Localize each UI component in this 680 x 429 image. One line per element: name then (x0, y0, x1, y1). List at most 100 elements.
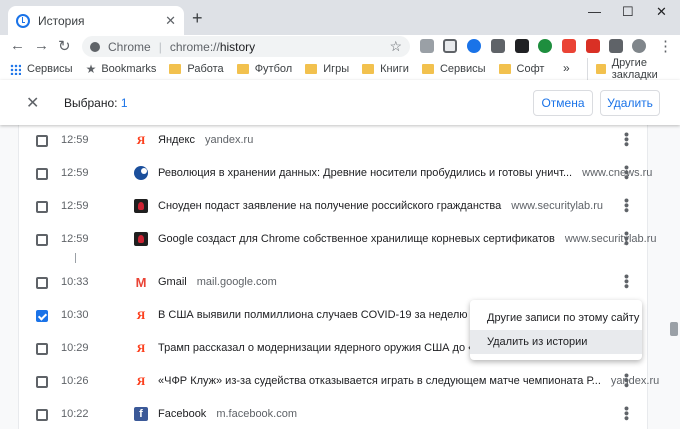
row-entry[interactable]: В США выявили полмиллиона случаев COVID-… (158, 309, 513, 321)
apps-icon (10, 63, 21, 75)
row-title[interactable]: Трамп рассказал о модернизации ядерного … (158, 342, 511, 354)
bookmark-folder[interactable]: Книги (362, 63, 409, 75)
extension-icon[interactable] (420, 39, 434, 53)
back-button[interactable]: ← (10, 37, 25, 54)
extension-icon[interactable] (538, 39, 552, 53)
row-entry[interactable]: Facebook m.facebook.com (158, 408, 297, 420)
window-close-button[interactable]: ✕ (656, 4, 667, 20)
row-checkbox[interactable] (36, 234, 48, 246)
row-title[interactable]: Gmail (158, 276, 187, 288)
row-title[interactable]: Google создаст для Chrome собственное хр… (158, 233, 555, 245)
more-actions-icon[interactable]: ••• (619, 132, 635, 147)
row-title[interactable]: Facebook (158, 408, 206, 420)
more-actions-icon[interactable]: ••• (619, 198, 635, 213)
history-row[interactable]: 12:59 Сноуден подаст заявление на получе… (19, 191, 649, 224)
history-row[interactable]: 12:59 Google создаст для Chrome собствен… (19, 224, 657, 257)
row-domain: mail.google.com (196, 276, 277, 288)
row-checkbox[interactable] (36, 277, 48, 289)
row-title[interactable]: В США выявили полмиллиона случаев COVID-… (158, 309, 468, 321)
row-checkbox[interactable] (36, 135, 48, 147)
delete-button[interactable]: Удалить (600, 90, 660, 116)
more-actions-icon[interactable]: ••• (619, 165, 635, 180)
menu-icon[interactable]: ⋮ (658, 37, 673, 55)
row-entry[interactable]: «ЧФР Клуж» из-за судейства отказывается … (158, 375, 659, 387)
tab-close-icon[interactable]: ✕ (165, 13, 176, 29)
row-title[interactable]: Революция в хранении данных: Древние нос… (158, 167, 572, 179)
pocket-icon[interactable] (443, 39, 457, 53)
row-time: 10:22 (61, 408, 89, 420)
row-entry[interactable]: Сноуден подаст заявление на получение ро… (158, 200, 603, 212)
folder-icon (498, 64, 511, 74)
cancel-button[interactable]: Отмена (533, 90, 593, 116)
tab-history[interactable]: История ✕ (8, 6, 184, 35)
puzzle-icon[interactable] (609, 39, 623, 53)
forward-button[interactable]: → (34, 37, 49, 54)
bookmark-folder[interactable]: Сервисы (421, 63, 486, 75)
history-row[interactable]: 12:59 Я Яндекс yandex.ru ••• (19, 125, 649, 158)
bookmark-folder[interactable]: Работа (169, 63, 224, 75)
history-row[interactable]: 10:22 f Facebook m.facebook.com ••• (19, 399, 649, 429)
row-title[interactable]: Сноуден подаст заявление на получение ро… (158, 200, 501, 212)
history-content: 12:59 Я Яндекс yandex.ru ••• 12:59 Револю… (0, 125, 680, 429)
more-actions-icon[interactable]: ••• (619, 231, 635, 246)
scrollbar[interactable] (668, 125, 680, 429)
row-entry[interactable]: Трамп рассказал о модернизации ядерного … (158, 342, 511, 354)
row-checkbox[interactable] (36, 343, 48, 355)
row-entry[interactable]: Яндекс yandex.ru (158, 134, 253, 146)
row-time: 12:59 (61, 200, 89, 212)
more-actions-icon[interactable]: ••• (619, 406, 635, 421)
avatar[interactable] (632, 39, 646, 53)
bookmark-item[interactable]: Сервисы (10, 63, 73, 75)
more-actions-icon[interactable]: ••• (619, 373, 635, 388)
account-extension-icon[interactable] (467, 39, 481, 53)
scrollbar-thumb[interactable] (670, 322, 678, 336)
bookmark-label: Работа (187, 63, 224, 75)
bookmark-item[interactable]: ★ Bookmarks (86, 62, 157, 76)
more-actions-icon[interactable]: ••• (619, 274, 635, 289)
row-checkbox[interactable] (36, 376, 48, 388)
bookmark-folder[interactable]: Футбол (236, 63, 292, 75)
row-entry[interactable]: Google создаст для Chrome собственное хр… (158, 233, 657, 245)
row-checkbox[interactable] (36, 201, 48, 213)
other-bookmarks-folder[interactable]: Другие закладки (587, 57, 680, 81)
row-title[interactable]: «ЧФР Клуж» из-за судейства отказывается … (158, 375, 601, 387)
url-host: chrome:// (169, 39, 220, 54)
row-entry[interactable]: Gmail mail.google.com (158, 276, 277, 288)
row-checkbox[interactable] (36, 409, 48, 421)
minimize-button[interactable]: — (588, 4, 601, 19)
row-entry[interactable]: Революция в хранении данных: Древние нос… (158, 167, 652, 179)
history-row[interactable]: 12:59 Революция в хранении данных: Древн… (19, 158, 652, 191)
site-chip: Chrome (108, 39, 151, 54)
bookmark-folder[interactable]: Софт (498, 63, 544, 75)
row-checkbox-checked[interactable] (36, 310, 48, 322)
chrome-icon (90, 41, 100, 52)
clear-selection-icon[interactable]: ✕ (26, 93, 39, 113)
extension-icon[interactable] (491, 39, 505, 53)
reload-button[interactable]: ↻ (58, 37, 71, 55)
extension-icon[interactable] (515, 39, 529, 53)
history-card: 12:59 Я Яндекс yandex.ru ••• 12:59 Револю… (18, 125, 659, 429)
new-tab-button[interactable]: + (192, 8, 203, 29)
bookmark-star-icon[interactable]: ☆ (389, 38, 402, 55)
folder-icon (362, 64, 375, 74)
folder-icon (305, 64, 318, 74)
selected-count: 1 (120, 96, 128, 110)
bookmark-folder[interactable]: Игры (305, 63, 349, 75)
row-time: 10:26 (61, 375, 89, 387)
tab-strip: История ✕ + — ☐ ✕ (0, 0, 680, 35)
row-title[interactable]: Яндекс (158, 134, 195, 146)
address-bar[interactable]: Chrome | chrome://history ☆ (82, 36, 410, 57)
flash-extension-icon[interactable] (562, 39, 576, 53)
menu-item-remove-from-history[interactable]: Удалить из истории (470, 330, 642, 354)
bookmark-label: Книги (380, 63, 409, 75)
maximize-button[interactable]: ☐ (622, 4, 634, 20)
history-icon (16, 13, 30, 28)
bookmark-label: Сервисы (27, 63, 73, 75)
menu-item-more-from-site[interactable]: Другие записи по этому сайту (470, 306, 642, 330)
bookmarks-more-button[interactable]: » (563, 61, 570, 75)
browser-toolbar: ← → ↻ Chrome | chrome://history ☆ ⋮ (0, 35, 680, 58)
extension-icon[interactable] (586, 39, 600, 53)
history-row[interactable]: 10:33 M Gmail mail.google.com ••• (19, 267, 649, 300)
row-checkbox[interactable] (36, 168, 48, 180)
history-row[interactable]: 10:26 Я «ЧФР Клуж» из-за судейства отказ… (19, 366, 659, 399)
